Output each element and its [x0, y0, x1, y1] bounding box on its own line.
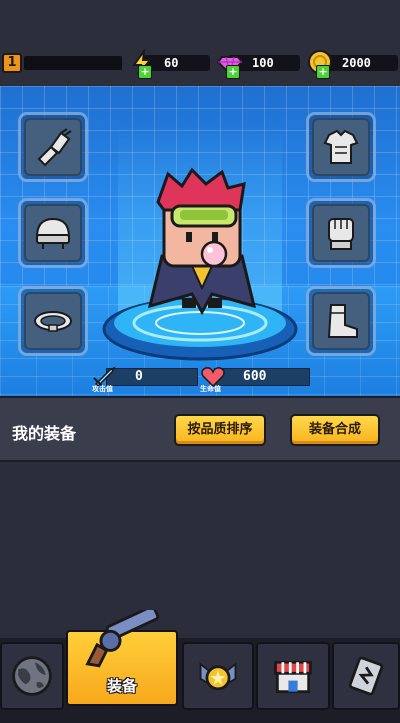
talent-tab[interactable]: [182, 642, 254, 710]
attack-label: 攻击值: [92, 385, 113, 393]
attack-value: 0: [106, 368, 198, 386]
energy-counter[interactable]: 60 +: [128, 49, 210, 79]
sort-by-quality-button[interactable]: 按品质排序: [174, 414, 266, 446]
equipment-tab-label: 装备: [106, 677, 137, 695]
badge-icon: [199, 662, 237, 691]
scroll-icon: [348, 656, 384, 696]
add-coin-button[interactable]: +: [316, 65, 330, 79]
boot-slot[interactable]: [306, 286, 376, 356]
belt-icon: [34, 311, 72, 332]
pistol-icon: [85, 610, 160, 668]
gem-counter[interactable]: 100 +: [216, 53, 300, 79]
armor-slot[interactable]: [306, 112, 376, 182]
health-stat: 600 生命值: [200, 366, 312, 393]
equipment-header: 我的装备 按品质排序 装备合成: [0, 396, 400, 462]
weapon-slot[interactable]: [18, 112, 88, 182]
helmet-slot[interactable]: [18, 198, 88, 268]
add-gem-button[interactable]: +: [226, 65, 240, 79]
attack-stat: 0 攻击值: [92, 366, 198, 393]
equipment-tab[interactable]: 装备: [66, 610, 178, 706]
bottom-navigation: 装备: [0, 610, 400, 723]
top-status-bar: 1 60 + 100 + 2000 +: [0, 0, 400, 86]
hero-character[interactable]: [132, 166, 272, 316]
world-tab[interactable]: [0, 642, 64, 710]
globe-icon: [12, 656, 52, 696]
hero-showcase: 0 攻击值 600 生命值: [0, 86, 400, 396]
health-value: 600: [214, 368, 310, 386]
coin-counter[interactable]: 2000 +: [306, 50, 398, 79]
equipment-title: 我的装备: [12, 424, 77, 443]
armor-icon: [323, 129, 359, 164]
glove-icon: [328, 218, 354, 250]
inventory-panel[interactable]: [0, 462, 400, 638]
challenge-tab[interactable]: [332, 642, 400, 710]
player-level[interactable]: 1: [2, 53, 122, 73]
shop-icon: [274, 660, 312, 694]
helmet-icon: [35, 217, 71, 249]
boot-icon: [327, 304, 358, 338]
gauntlet-icon: [37, 128, 72, 167]
shop-tab[interactable]: [256, 642, 330, 710]
belt-slot[interactable]: [18, 286, 88, 356]
add-energy-button[interactable]: +: [138, 65, 152, 79]
experience-bar: [24, 56, 122, 70]
equipment-merge-button[interactable]: 装备合成: [290, 414, 380, 446]
health-label: 生命值: [200, 385, 221, 393]
level-badge: 1: [2, 53, 22, 73]
glove-slot[interactable]: [306, 198, 376, 268]
